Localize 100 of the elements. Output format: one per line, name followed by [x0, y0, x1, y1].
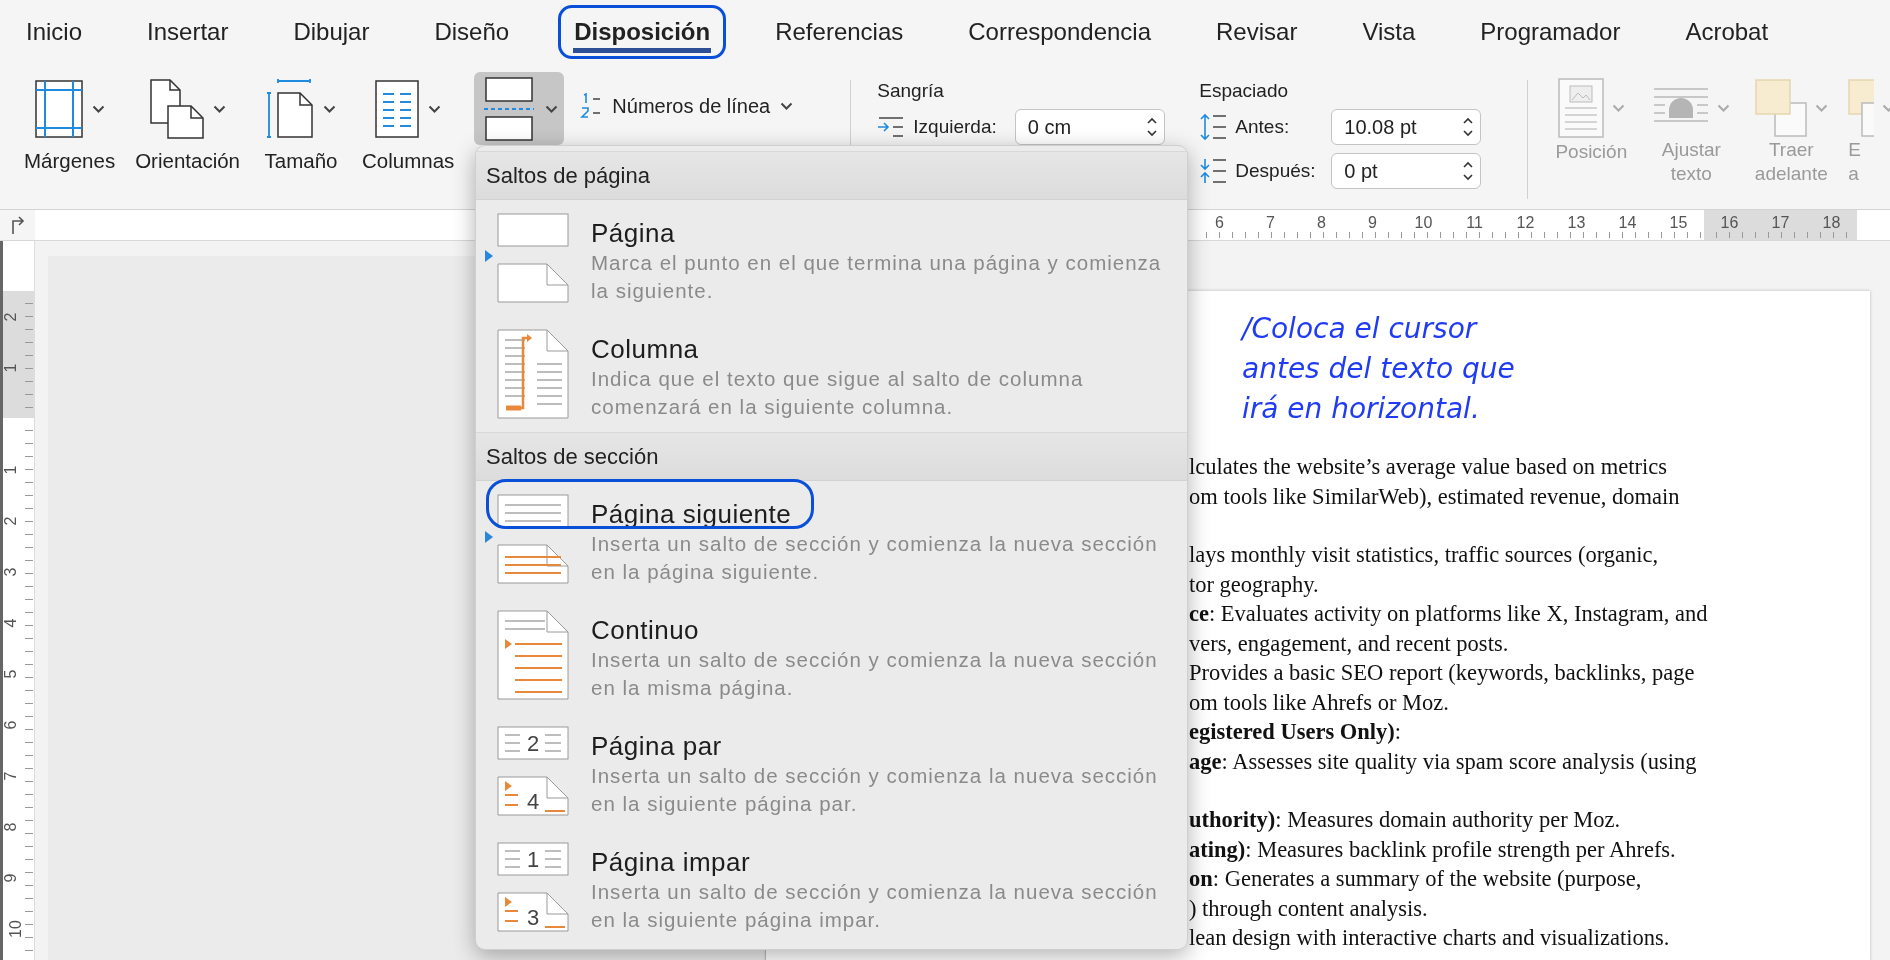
line-numbers-icon — [580, 93, 603, 119]
document-text-line: egistered Users Only): — [1189, 718, 1403, 746]
option-description: Inserta un salto de sección y comienza la nueva sección en la página siguiente. — [591, 531, 1159, 585]
document-text-line: om tools like Ahrefs or Moz. — [1189, 688, 1450, 717]
ruler-number: 6 — [3, 720, 20, 729]
odd-page-break-icon — [497, 842, 569, 932]
button-label: Columnas — [362, 149, 455, 173]
group-title: Sangría — [877, 80, 945, 102]
ribbon-tab[interactable]: Acrobat — [1669, 5, 1785, 59]
ruler-number: 9 — [1367, 213, 1378, 233]
break-option[interactable]: 1 3 Página impar Inserta un salto de sección y comienza la nueva sección en la siguiente página impar. — [476, 829, 1187, 945]
ruler-number: 8 — [1316, 213, 1327, 233]
columns-icon — [375, 79, 420, 138]
stepper-icon[interactable] — [1462, 159, 1475, 183]
document-text-line: om tools like SimilarWeb), estimated revenue, domain — [1189, 482, 1681, 511]
option-description: Marca el punto en el que termina una página y comienza la siguiente. — [591, 250, 1163, 304]
document-text-line: ce: Evaluates activity on platforms like X, Instagram, and — [1189, 600, 1709, 628]
option-title: Columna — [591, 333, 700, 365]
ruler-number: 7 — [3, 771, 20, 780]
break-option[interactable]: Página siguiente Inserta un salto de sección y comienza la nueva sección en la página siguiente. — [476, 481, 1187, 597]
breaks-button[interactable] — [474, 72, 565, 145]
ribbon-tab[interactable]: Programador — [1464, 5, 1637, 59]
button-label: E — [1848, 138, 1861, 162]
ruler-number: 14 — [1617, 213, 1638, 233]
ribbon-tab[interactable]: Vista — [1346, 5, 1432, 59]
button-label: Posición — [1555, 140, 1628, 164]
document-text-line: ) through content analysis. — [1189, 894, 1429, 923]
ruler-number: 3 — [3, 567, 20, 576]
indent-icon — [877, 116, 906, 138]
button-label: Tamaño — [264, 149, 338, 173]
caret-icon — [780, 102, 794, 110]
document-text-line: lculates the website’s average value based on metrics — [1189, 453, 1668, 481]
field-label: Antes: — [1235, 116, 1291, 138]
page-number-label: 1 — [526, 847, 540, 872]
document-text-line: ating): Measures backlink profile strength per Ahrefs. — [1189, 835, 1677, 864]
annotation-line: /Coloca el cursor — [1242, 311, 1479, 347]
margins-icon — [34, 79, 83, 138]
next-page-break-icon — [485, 494, 569, 584]
document-text-line: on: Generates a summary of the website (purpose, — [1189, 865, 1643, 893]
ruler-number: 17 — [1770, 213, 1791, 233]
ruler-number: 13 — [1566, 213, 1587, 233]
document-text-line: lean design with interactive charts and visualizations. — [1189, 924, 1671, 952]
ruler-number: 5 — [3, 669, 20, 678]
menu-section-header: Saltos de página — [476, 151, 1187, 200]
break-option[interactable]: Columna Indica que el texto que sigue al salto de columna comenzará en la siguiente columna. — [476, 316, 1187, 432]
page-break-icon — [485, 213, 569, 303]
ruler-number: 9 — [3, 873, 20, 882]
break-option[interactable]: 2 4 Página par Inserta un salto de sección y comienza la nueva sección en la siguiente página par. — [476, 713, 1187, 829]
ruler-number: 8 — [3, 822, 20, 831]
ribbon-tab[interactable]: Dibujar — [277, 5, 386, 59]
ribbon-tab[interactable]: Referencias — [759, 5, 920, 59]
button-label: a — [1848, 162, 1859, 186]
spin-field[interactable]: 0 cm — [1014, 109, 1165, 145]
option-description: Inserta un salto de sección y comienza la nueva sección en la siguiente página impar. — [591, 879, 1159, 933]
caret-icon — [212, 104, 226, 113]
page-number-label: 3 — [526, 905, 540, 930]
button-label: Ajustar — [1661, 138, 1721, 162]
group-title: Espaciado — [1199, 80, 1290, 102]
document-text-line: age: Assesses site quality via spam score analysis (using — [1189, 747, 1698, 776]
ruler-number: 15 — [1668, 213, 1689, 233]
stepper-icon[interactable] — [1462, 115, 1475, 139]
option-description: Inserta un salto de sección y comienza la nueva sección en la siguiente página par. — [591, 763, 1159, 817]
ruler-number: 2 — [3, 312, 20, 321]
tab-stop-icon[interactable] — [10, 216, 25, 234]
option-description: Indica que el texto que sigue al salto de columna comenzará en la siguiente columna. — [591, 366, 1085, 420]
ribbon-tab[interactable]: Disposición — [558, 5, 727, 59]
ruler-number: 18 — [1821, 213, 1842, 233]
ribbon-tab[interactable]: Inicio — [10, 5, 99, 59]
ruler-number: 10 — [7, 919, 24, 938]
button-label: texto — [1670, 162, 1712, 186]
ruler-number: 11 — [1465, 213, 1484, 233]
annotation-line: irá en horizontal. — [1242, 391, 1481, 427]
document-text-line: tor geography. — [1189, 570, 1320, 599]
ruler-number: 10 — [1413, 213, 1434, 233]
spin-field[interactable]: 10.08 pt — [1331, 109, 1482, 145]
ribbon-tab[interactable]: Revisar — [1200, 5, 1314, 59]
caret-icon — [1716, 104, 1730, 112]
ribbon-tab[interactable]: Insertar — [131, 5, 245, 59]
caret-icon — [1814, 104, 1828, 112]
document-text-line: lays monthly visit statistics, traffic sources (organic, — [1189, 541, 1660, 569]
document-text-line: Provides a basic SEO report (keywords, backlinks, page — [1189, 659, 1696, 687]
caret-icon — [545, 104, 559, 113]
field-label: Izquierda: — [913, 116, 997, 138]
caret-icon — [323, 104, 336, 113]
break-option[interactable]: Continuo Inserta un salto de sección y comienza la nueva sección en la misma página. — [476, 597, 1187, 713]
button-label: adelante — [1754, 162, 1828, 186]
position-icon — [1557, 78, 1604, 138]
line-numbers-button[interactable]: Números de línea — [574, 90, 800, 122]
ruler-number: 1 — [3, 465, 20, 474]
spin-field[interactable]: 0 pt — [1331, 153, 1482, 189]
caret-icon — [91, 104, 105, 113]
stepper-icon[interactable] — [1145, 115, 1158, 139]
ribbon-tab[interactable]: Correspondencia — [952, 5, 1168, 59]
button-label: Traer — [1768, 138, 1814, 162]
ruler-number: 2 — [3, 516, 20, 525]
ribbon-tab[interactable]: Diseño — [418, 5, 526, 59]
page-number-label: 4 — [526, 789, 540, 814]
bring-forward-icon — [1754, 79, 1807, 137]
break-option[interactable]: Página Marca el punto en el que termina una página y comienza la siguiente. — [476, 200, 1187, 316]
caret-icon — [1611, 104, 1625, 112]
